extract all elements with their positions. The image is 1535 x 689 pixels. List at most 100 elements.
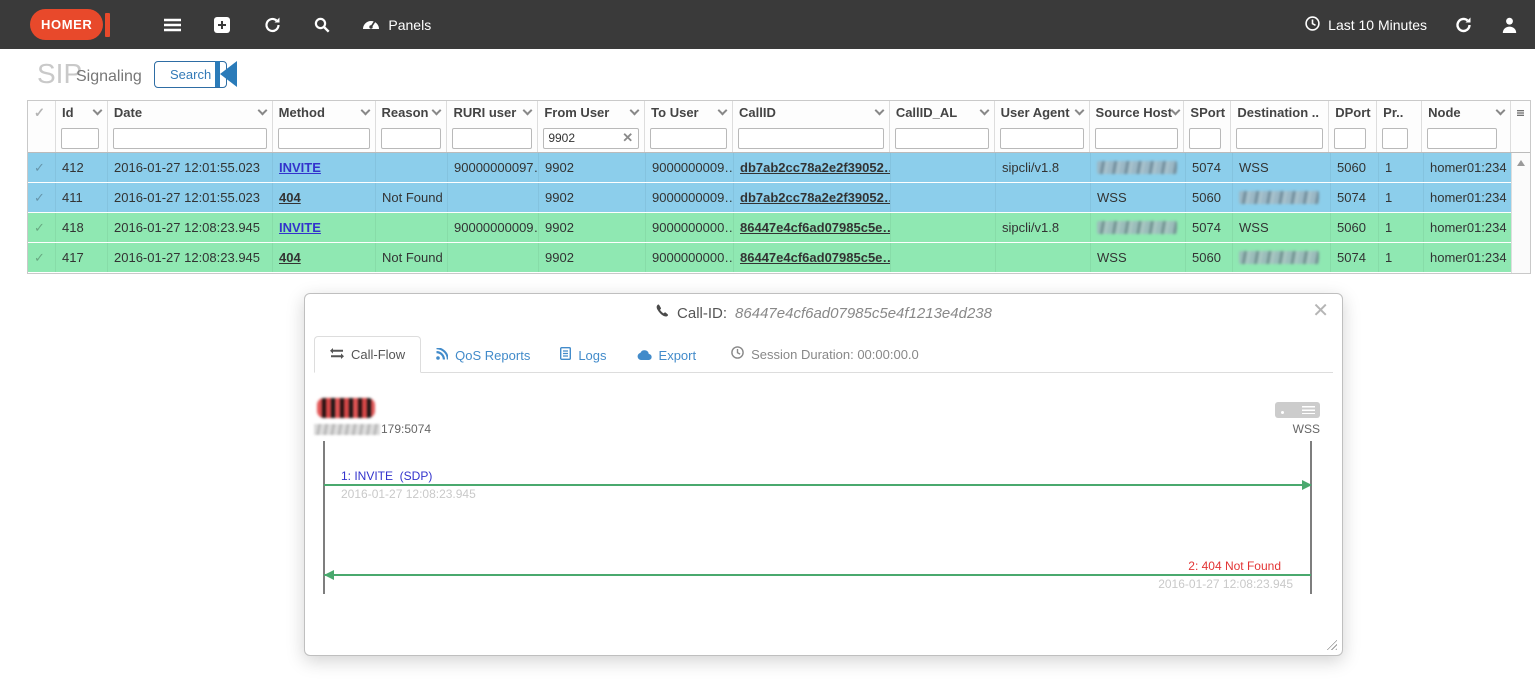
add-panel-icon[interactable] <box>212 15 232 35</box>
clear-filter-icon[interactable]: ✕ <box>622 130 633 146</box>
table-row[interactable]: ✓ 412 2016-01-27 12:01:55.023 INVITE 900… <box>28 153 1513 183</box>
modal-title-label: Call-ID: <box>677 304 728 322</box>
filter-node-input[interactable] <box>1427 127 1498 149</box>
col-header-callid[interactable]: CallID <box>733 101 890 124</box>
filter-reason-cell <box>376 124 448 152</box>
callid-link[interactable]: 86447e4cf6ad07985c5e… <box>740 250 890 265</box>
cell-destination: WSS <box>1233 153 1331 182</box>
tab-call-flow[interactable]: Call-Flow <box>314 336 422 373</box>
check-icon: ✓ <box>34 104 45 120</box>
filter-callid-cell <box>733 124 890 152</box>
server-led <box>1281 411 1284 414</box>
skip-back-icon[interactable] <box>215 61 237 87</box>
callid-link[interactable]: db7ab2cc78a2e2f39052… <box>740 190 890 205</box>
method-link[interactable]: INVITE <box>279 220 321 235</box>
filter-reason-input[interactable] <box>380 127 442 149</box>
scroll-up-icon[interactable] <box>1517 160 1525 166</box>
time-range-selector[interactable]: Last 10 Minutes <box>1305 15 1427 34</box>
col-header-source-host[interactable]: Source Host <box>1090 101 1185 124</box>
filter-callid-input[interactable] <box>738 127 884 149</box>
user-icon[interactable] <box>1499 15 1519 35</box>
filter-ruri-input[interactable] <box>452 127 533 149</box>
grid-menu-icon[interactable] <box>1511 101 1530 124</box>
cell-callid-al <box>891 213 996 242</box>
tab-logs[interactable]: Logs <box>545 337 621 373</box>
cell-user-agent <box>996 183 1091 212</box>
col-header-sport[interactable]: SPort <box>1184 101 1232 124</box>
filter-method-input[interactable] <box>277 127 370 149</box>
col-header-user-agent[interactable]: User Agent <box>995 101 1090 124</box>
col-header-select[interactable]: ✓ <box>28 101 56 124</box>
chevron-down-icon <box>92 105 103 116</box>
grid-scrollbar[interactable] <box>1511 153 1530 273</box>
col-header-callid-al[interactable]: CallID_AL <box>890 101 995 124</box>
filter-source-host-cell <box>1090 124 1185 152</box>
cell-sport: 5060 <box>1186 183 1233 212</box>
panels-menu[interactable]: Panels <box>362 16 431 33</box>
filter-callid-al-input[interactable] <box>894 127 989 149</box>
cell-source-host: WSS <box>1091 243 1186 272</box>
menu-icon[interactable] <box>162 15 182 35</box>
table-row[interactable]: ✓ 411 2016-01-27 12:01:55.023 404 Not Fo… <box>28 183 1513 213</box>
reload-icon[interactable] <box>1453 15 1473 35</box>
col-header-node[interactable]: Node <box>1422 101 1511 124</box>
chevron-down-icon <box>717 105 728 116</box>
filter-destination-input[interactable] <box>1236 127 1324 149</box>
cell-date: 2016-01-27 12:08:23.945 <box>108 213 273 242</box>
col-header-reason[interactable]: Reason <box>376 101 448 124</box>
callee-endpoint-label: WSS <box>1292 422 1320 436</box>
method-link[interactable]: INVITE <box>279 160 321 175</box>
filter-user-agent-input[interactable] <box>999 127 1084 149</box>
table-row[interactable]: ✓ 418 2016-01-27 12:08:23.945 INVITE 900… <box>28 213 1513 243</box>
cell-destination: WSS <box>1233 213 1331 242</box>
filter-callid-al-cell <box>890 124 995 152</box>
cell-id: 411 <box>56 183 108 212</box>
cell-date: 2016-01-27 12:01:55.023 <box>108 153 273 182</box>
notfound-timestamp: 2016-01-27 12:08:23.945 <box>1158 577 1293 591</box>
search-icon[interactable] <box>312 15 332 35</box>
filter-destination-cell <box>1231 124 1330 152</box>
col-header-method[interactable]: Method <box>273 101 376 124</box>
chevron-down-icon <box>629 105 640 116</box>
filter-dport-input[interactable] <box>1334 127 1367 149</box>
filter-date-input[interactable] <box>112 127 267 149</box>
cell-from-user: 9902 <box>539 183 646 212</box>
top-navbar: HOMER Panels Last 10 Minutes <box>0 0 1535 49</box>
refresh-icon[interactable] <box>262 15 282 35</box>
server-vents <box>1302 406 1315 414</box>
tab-export[interactable]: Export <box>622 338 712 373</box>
col-header-date[interactable]: Date <box>108 101 273 124</box>
method-link[interactable]: 404 <box>279 190 301 205</box>
homer-logo[interactable]: HOMER <box>30 9 111 40</box>
cell-source-host: WSS <box>1091 183 1186 212</box>
cell-node: homer01:234 <box>1424 243 1513 272</box>
method-link[interactable]: 404 <box>279 250 301 265</box>
cell-date: 2016-01-27 12:01:55.023 <box>108 183 273 212</box>
invite-message-label[interactable]: 1: INVITE (SDP) <box>341 469 432 483</box>
cell-proto: 1 <box>1379 243 1424 272</box>
col-header-to-user[interactable]: To User <box>645 101 734 124</box>
table-row[interactable]: ✓ 417 2016-01-27 12:08:23.945 404 Not Fo… <box>28 243 1513 273</box>
cell-ruri-user: 90000000097… <box>448 153 539 182</box>
tab-qos-reports[interactable]: QoS Reports <box>421 338 545 373</box>
grid-body: ✓ 412 2016-01-27 12:01:55.023 INVITE 900… <box>28 153 1530 273</box>
col-header-from-user[interactable]: From User <box>538 101 646 124</box>
filter-source-host-input[interactable] <box>1094 127 1179 149</box>
filter-proto-input[interactable] <box>1382 127 1409 149</box>
notfound-message-label[interactable]: 2: 404 Not Found <box>1188 559 1281 573</box>
filter-sport-input[interactable] <box>1189 127 1222 149</box>
filter-id-input[interactable] <box>60 127 99 149</box>
callid-link[interactable]: db7ab2cc78a2e2f39052… <box>740 160 890 175</box>
col-header-ruri-user[interactable]: RURI user <box>447 101 539 124</box>
col-header-id[interactable]: Id <box>56 101 108 124</box>
modal-title: Call-ID: 86447e4cf6ad07985c5e4f1213e4d23… <box>305 304 1342 322</box>
col-header-dport[interactable]: DPort <box>1329 101 1378 124</box>
row-check-icon: ✓ <box>34 249 45 265</box>
arrow-left-head <box>324 570 334 580</box>
callid-link[interactable]: 86447e4cf6ad07985c5e… <box>740 220 890 235</box>
cell-callid-al <box>891 243 996 272</box>
col-header-proto[interactable]: Pr.. <box>1377 101 1423 124</box>
col-header-destination[interactable]: Destination .. <box>1231 101 1330 124</box>
filter-to-user-input[interactable] <box>650 127 728 149</box>
cell-to-user: 9000000009… <box>646 183 734 212</box>
